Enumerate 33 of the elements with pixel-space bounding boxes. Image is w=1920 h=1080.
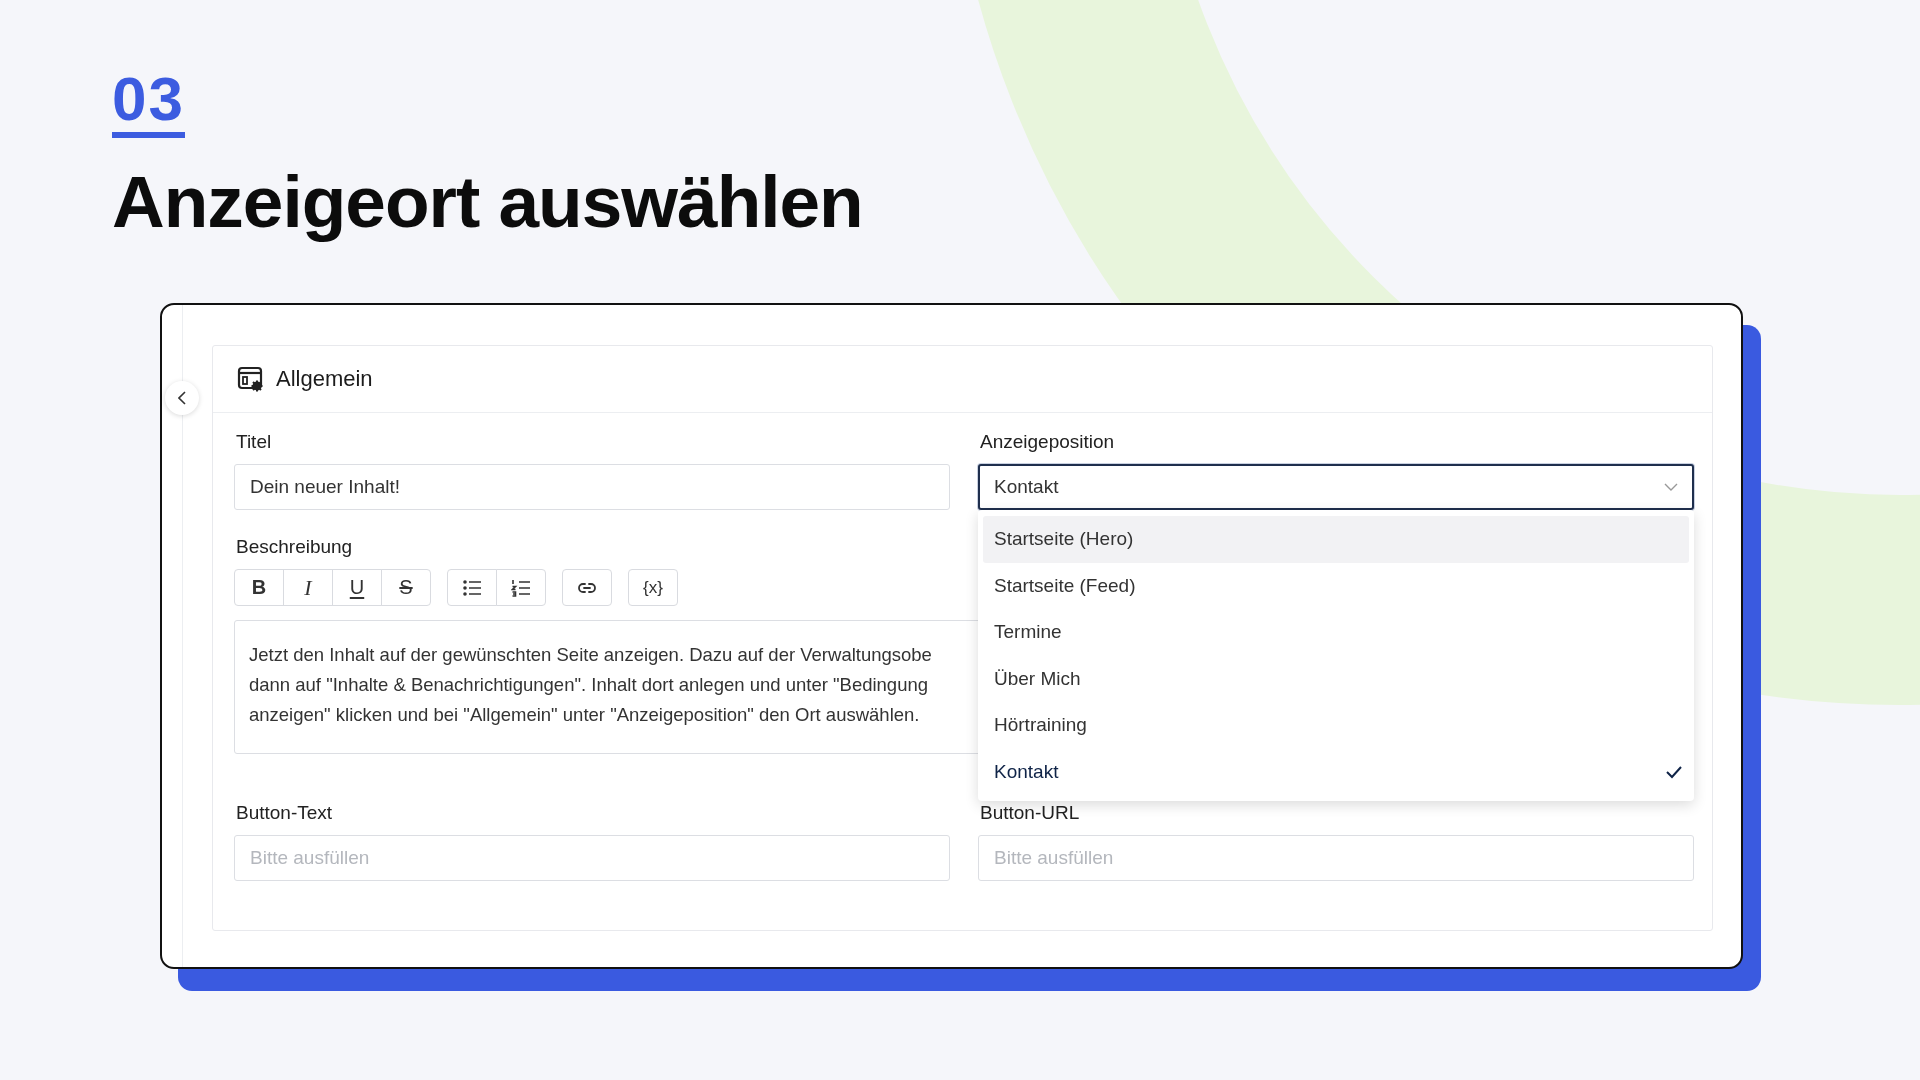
dropdown-option[interactable]: Kontakt bbox=[983, 748, 1689, 795]
back-button[interactable] bbox=[165, 381, 199, 415]
text-field[interactable]: Dein neuer Inhalt! bbox=[234, 464, 950, 510]
chevron-down-icon bbox=[1664, 483, 1678, 491]
dropdown-field[interactable]: Kontakt bbox=[978, 464, 1694, 510]
bullet-list-icon bbox=[463, 579, 482, 596]
editor-text[interactable]: Jetzt den Inhalt auf der gewünschten Seite anzeigen. Dazu auf der Verwaltungsobe dann auf "Inhalte & Benachrichtigungen". Inhalt dort anlegen und unter "Bedingung anzeigen" klicken und bei "Allgemein" unter "Anzeigeposition" den Ort auswählen. bbox=[249, 640, 932, 730]
dropdown-option[interactable]: Startseite (Feed) bbox=[983, 562, 1689, 609]
strike-button[interactable]: S bbox=[381, 569, 431, 606]
dropdown-option[interactable]: Termine bbox=[983, 609, 1689, 656]
section-title: Allgemein bbox=[276, 366, 373, 392]
bold-button[interactable]: B bbox=[234, 569, 284, 606]
link-icon bbox=[578, 582, 596, 593]
slide-title: Anzeigeort auswählen bbox=[112, 160, 864, 243]
italic-button[interactable]: I bbox=[283, 569, 333, 606]
numbered-list-icon bbox=[511, 578, 531, 597]
bullet-list-button[interactable] bbox=[447, 569, 497, 606]
variable-button[interactable]: {x} bbox=[628, 569, 678, 606]
dropdown-option[interactable]: Über Mich bbox=[983, 655, 1689, 702]
field-label: Button-URL bbox=[980, 802, 1080, 824]
numbered-list-button[interactable] bbox=[496, 569, 546, 606]
layout-settings-icon bbox=[237, 366, 264, 392]
checkmark-icon bbox=[1666, 765, 1682, 779]
field-label: Anzeigeposition bbox=[980, 431, 1115, 453]
field-label: Beschreibung bbox=[236, 536, 353, 558]
field-label: Titel bbox=[236, 431, 272, 453]
dropdown-option[interactable]: Startseite (Hero) bbox=[983, 516, 1689, 563]
underline-button[interactable]: U bbox=[332, 569, 382, 606]
chevron-left-icon bbox=[177, 391, 186, 405]
step-number: 03 bbox=[112, 68, 185, 138]
dropdown-option[interactable]: Hörtraining bbox=[983, 702, 1689, 749]
link-button[interactable] bbox=[562, 569, 612, 606]
field-label: Button-Text bbox=[236, 802, 333, 824]
